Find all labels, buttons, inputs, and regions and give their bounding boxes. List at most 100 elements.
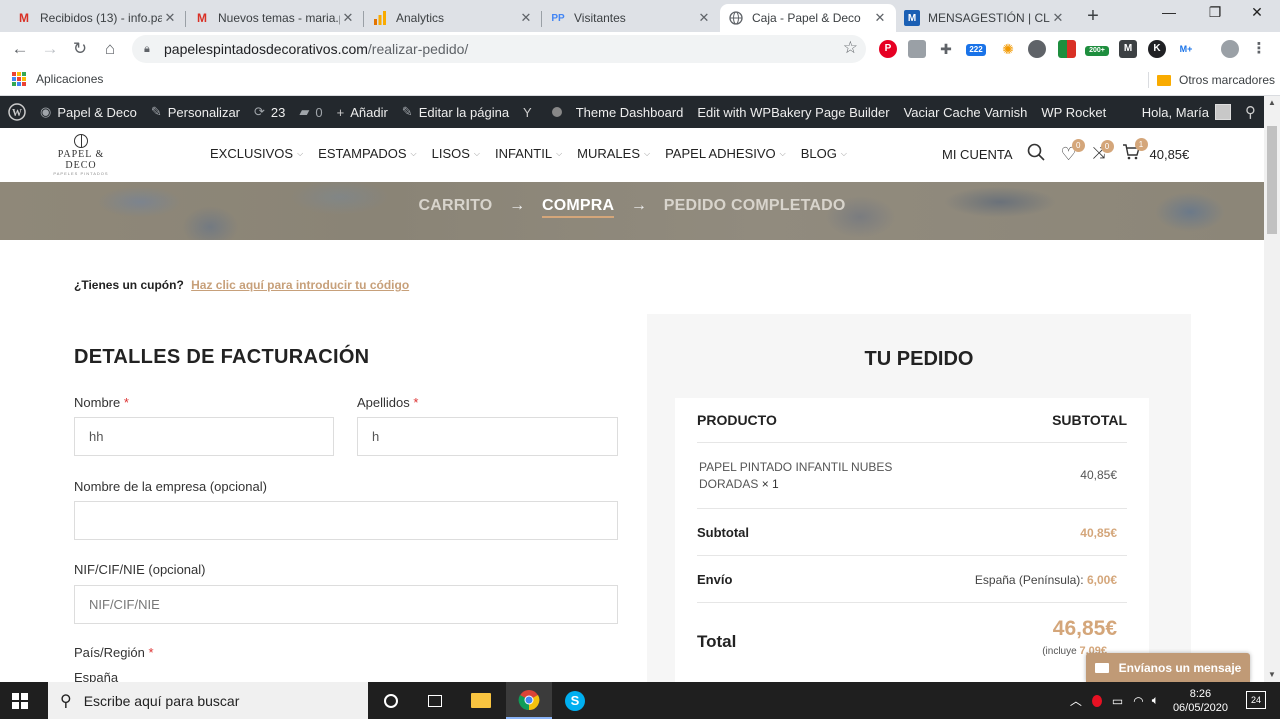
forward-icon[interactable]: →	[38, 37, 62, 61]
wp-rocket[interactable]: WP Rocket	[1034, 96, 1113, 128]
wifi-icon[interactable]: ◠	[1133, 694, 1143, 708]
col-product: PRODUCTO	[697, 412, 777, 428]
tab-mensagestion[interactable]: M MENSAGESTIÓN | CLIE ✕	[896, 4, 1074, 32]
tab-visitantes[interactable]: PP Visitantes ✕	[542, 4, 720, 32]
first-name-field[interactable]: hh	[74, 417, 334, 456]
wp-wpbakery[interactable]: Edit with WPBakery Page Builder	[690, 96, 896, 128]
wp-logo-icon[interactable]: W	[0, 96, 33, 128]
page-scrollbar[interactable]: ▲ ▼	[1264, 96, 1280, 682]
file-explorer-icon[interactable]	[458, 682, 504, 719]
company-field[interactable]	[74, 501, 618, 540]
taskbar-search[interactable]: ⚲ Escribe aquí para buscar	[48, 682, 368, 719]
chevron-up-icon[interactable]: ︿	[1070, 692, 1082, 709]
other-bookmarks-label: Otros marcadores	[1179, 73, 1276, 87]
tab-analytics[interactable]: Analytics ✕	[364, 4, 542, 32]
order-table: PRODUCTO SUBTOTAL PAPEL PINTADO INFANTIL…	[675, 398, 1149, 682]
my-account-link[interactable]: MI CUENTA	[942, 147, 1013, 162]
scroll-thumb[interactable]	[1267, 126, 1277, 234]
cart-total[interactable]: 40,85€	[1150, 147, 1190, 162]
nif-field[interactable]: NIF/CIF/NIE	[74, 585, 618, 624]
nif-label: NIF/CIF/NIE (opcional)	[74, 562, 206, 577]
new-tab-button[interactable]: +	[1082, 6, 1104, 28]
site-logo[interactable]: PAPEL & DECO PAPELES PINTADOS	[45, 134, 117, 176]
nav-item-lisos[interactable]: LISOS ⌵	[432, 146, 480, 161]
flag-extension-icon[interactable]	[1058, 40, 1076, 58]
step-cart[interactable]: CARRITO	[418, 197, 492, 214]
search-icon: ⚲	[60, 692, 72, 710]
tab-gmail-inbox[interactable]: M Recibidos (13) - info.pa ✕	[8, 4, 186, 32]
profile-icon[interactable]	[1221, 40, 1239, 58]
m-extension-icon[interactable]: M	[1119, 40, 1137, 58]
wp-varnish[interactable]: Vaciar Cache Varnish	[897, 96, 1035, 128]
back-icon[interactable]: ←	[8, 37, 32, 61]
wishlist-heart-icon[interactable]: ♡ 0	[1061, 138, 1085, 165]
browser-toolbar: ← → ↻ ⌂ 🔒︎ papelespintadosdecorativos.co…	[0, 32, 1280, 66]
last-name-field[interactable]: h	[357, 417, 618, 456]
volume-icon[interactable]: 🔈︎	[1152, 693, 1159, 708]
close-window-button[interactable]: ✕	[1234, 4, 1280, 26]
home-icon[interactable]: ⌂	[98, 37, 122, 61]
tab-caja-active[interactable]: Caja - Papel & Deco ✕	[720, 4, 896, 32]
reload-icon[interactable]: ↻	[68, 37, 92, 61]
nav-item-infantil[interactable]: INFANTIL ⌵	[495, 146, 562, 161]
notifications-icon[interactable]: 24	[1246, 691, 1266, 709]
sun-extension-icon[interactable]: ✺	[999, 40, 1017, 58]
search-icon[interactable]: ⚲	[1245, 103, 1256, 121]
search-icon[interactable]	[1027, 143, 1045, 166]
close-icon[interactable]: ✕	[518, 10, 534, 26]
windows-start-icon[interactable]	[12, 693, 28, 709]
tab-gmail-topics[interactable]: M Nuevos temas - maria.p ✕	[186, 4, 364, 32]
cart-icon[interactable]: 1	[1122, 137, 1148, 166]
yoast-icon[interactable]: Y	[516, 96, 545, 128]
close-icon[interactable]: ✕	[696, 10, 712, 26]
puzzle-icon[interactable]: ✚	[937, 40, 955, 58]
movistar-extension-icon[interactable]: M+	[1177, 40, 1195, 58]
minimize-button[interactable]: —	[1146, 4, 1192, 26]
nav-item-exclusivos[interactable]: EXCLUSIVOS ⌵	[210, 146, 303, 161]
scroll-up-arrow[interactable]: ▲	[1264, 96, 1280, 110]
nav-item-papel-adhesivo[interactable]: PAPEL ADHESIVO ⌵	[665, 146, 786, 161]
close-icon[interactable]: ✕	[340, 10, 356, 26]
cortana-icon[interactable]	[368, 682, 414, 719]
alert-icon[interactable]	[1091, 694, 1102, 707]
menu-icon[interactable]: ⋮	[1250, 40, 1268, 58]
clock[interactable]: 8:26 06/05/2020	[1173, 687, 1228, 715]
wp-theme-dashboard[interactable]: Theme Dashboard	[569, 96, 691, 128]
wp-site-link[interactable]: ◉ Papel & Deco	[33, 96, 144, 128]
wp-customize[interactable]: ✎ Personalizar	[144, 96, 247, 128]
wp-greeting[interactable]: Hola, María	[1142, 105, 1209, 120]
task-view-icon[interactable]	[412, 682, 458, 719]
scroll-down-arrow[interactable]: ▼	[1264, 668, 1280, 682]
chat-button[interactable]: Envíanos un mensaje	[1086, 653, 1250, 682]
apps-bookmark[interactable]: Aplicaciones	[12, 72, 103, 86]
wp-updates[interactable]: ⟳ 23	[247, 96, 292, 128]
close-icon[interactable]: ✕	[162, 10, 178, 26]
image-extension-icon[interactable]	[908, 40, 926, 58]
coupon-question: ¿Tienes un cupón?	[74, 278, 184, 292]
k-extension-icon[interactable]: K	[1148, 40, 1166, 58]
restore-button[interactable]: ❐	[1192, 4, 1238, 26]
battery-icon[interactable]: ▭	[1112, 694, 1123, 708]
skype-icon[interactable]: S	[552, 682, 598, 719]
nav-item-estampados[interactable]: ESTAMPADOS ⌵	[318, 146, 416, 161]
envelope-icon	[1094, 662, 1109, 673]
close-icon[interactable]: ✕	[872, 10, 888, 26]
weather-icon[interactable]: 222	[966, 44, 986, 56]
wp-add-new[interactable]: + Añadir	[330, 96, 395, 128]
counter-extension-icon[interactable]: 200+	[1085, 46, 1109, 56]
settings-extension-icon[interactable]	[1028, 40, 1046, 58]
chrome-icon[interactable]	[506, 682, 552, 719]
pinterest-icon[interactable]: P	[879, 40, 897, 58]
nav-item-blog[interactable]: BLOG ⌵	[801, 146, 847, 161]
coupon-link[interactable]: Haz clic aquí para introducir tu código	[191, 278, 409, 292]
other-bookmarks[interactable]: Otros marcadores	[1148, 72, 1275, 88]
order-item-row: PAPEL PINTADO INFANTIL NUBES DORADAS × 1…	[697, 443, 1127, 509]
address-bar[interactable]: 🔒︎ papelespintadosdecorativos.com/realiz…	[132, 35, 866, 63]
close-icon[interactable]: ✕	[1050, 10, 1066, 26]
wp-comments[interactable]: ▰ 0	[292, 96, 329, 128]
compare-shuffle-icon[interactable]: ⤨ 0	[1093, 140, 1114, 163]
nav-item-murales[interactable]: MURALES ⌵	[577, 146, 650, 161]
avatar[interactable]	[1215, 104, 1231, 120]
wp-edit-page[interactable]: ✎ Editar la página	[395, 96, 516, 128]
bookmark-star-icon[interactable]: ☆	[843, 38, 858, 58]
